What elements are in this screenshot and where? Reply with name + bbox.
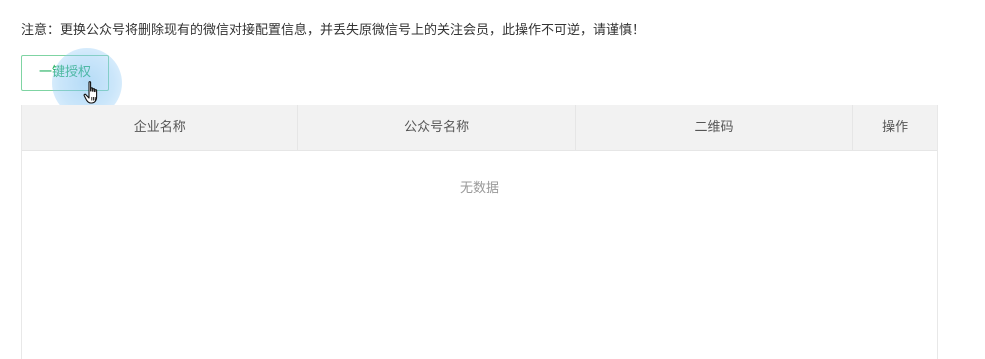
empty-state-text: 无数据 xyxy=(459,181,499,196)
column-header-account-name: 公众号名称 xyxy=(298,105,576,150)
column-header-company-name: 企业名称 xyxy=(22,105,299,150)
column-header-qr-code: 二维码 xyxy=(576,105,854,150)
account-table: 企业名称 公众号名称 二维码 操作 无数据 xyxy=(21,105,938,359)
one-click-authorize-button[interactable]: 一键授权 xyxy=(21,55,109,91)
column-header-actions: 操作 xyxy=(882,120,909,135)
account-binding-page: 注意：更换公众号将删除现有的微信对接配置信息，并丢失原微信号上的关注会员，此操作… xyxy=(0,0,985,359)
table-header: 企业名称 公众号名称 二维码 操作 xyxy=(22,105,937,151)
warning-notice: 注意：更换公众号将删除现有的微信对接配置信息，并丢失原微信号上的关注会员，此操作… xyxy=(21,23,646,38)
